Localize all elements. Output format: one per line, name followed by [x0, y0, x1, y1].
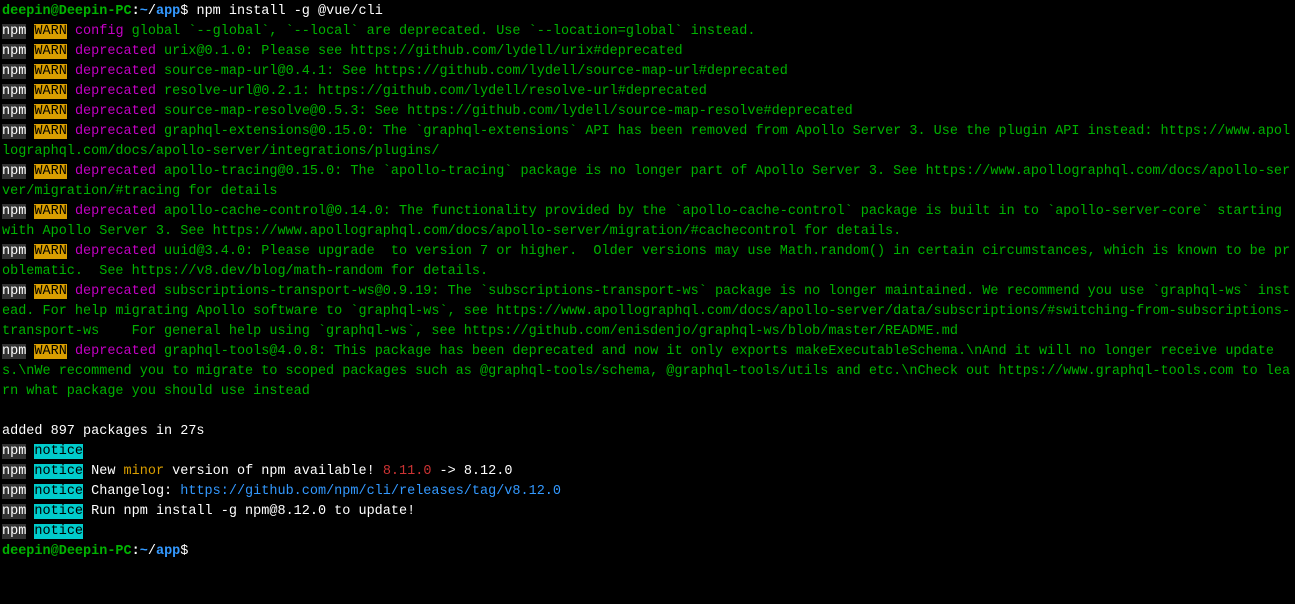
npm-tag: npm [2, 484, 26, 499]
npm-tag: npm [2, 284, 26, 299]
msg-urix: urix@0.1.0: Please see https://github.co… [156, 44, 683, 59]
prompt-line: deepin@Deepin-PC:~/app$ npm install -g @… [2, 4, 383, 19]
npm-tag: npm [2, 64, 26, 79]
deprecated-word: deprecated [75, 244, 156, 259]
npm-tag: npm [2, 244, 26, 259]
prompt-dollar: $ [180, 544, 196, 559]
notice-old-version: 8.11.0 [383, 464, 432, 479]
npm-tag: npm [2, 204, 26, 219]
msg-subscriptions: subscriptions-transport-ws@0.9.19: The `… [2, 284, 1290, 339]
notice-tag: notice [34, 444, 83, 459]
notice-line-run: npm notice Run npm install -g npm@8.12.0… [2, 504, 415, 519]
output-line-apollo-tracing: npm WARN deprecated apollo-tracing@0.15.… [2, 164, 1290, 199]
deprecated-word: deprecated [75, 64, 156, 79]
prompt-app: app [156, 4, 180, 19]
msg-source-map-url: source-map-url@0.4.1: See https://github… [156, 64, 788, 79]
notice-line-empty-2: npm notice [2, 524, 83, 539]
output-line-source-map-url: npm WARN deprecated source-map-url@0.4.1… [2, 64, 788, 79]
output-line-graphql-extensions: npm WARN deprecated graphql-extensions@0… [2, 124, 1290, 159]
msg-source-map-resolve: source-map-resolve@0.5.3: See https://gi… [156, 104, 853, 119]
notice-line-new-version: npm notice New minor version of npm avai… [2, 464, 512, 479]
prompt-line-2[interactable]: deepin@Deepin-PC:~/app$ [2, 544, 196, 559]
prompt-dollar: $ [180, 4, 196, 19]
msg-config: global `--global`, `--local` are depreca… [124, 24, 756, 39]
warn-tag: WARN [34, 124, 66, 139]
npm-tag: npm [2, 504, 26, 519]
notice-tag: notice [34, 524, 83, 539]
npm-tag: npm [2, 44, 26, 59]
prompt-colon: : [132, 544, 140, 559]
npm-tag: npm [2, 164, 26, 179]
msg-graphql-extensions: graphql-extensions@0.15.0: The `graphql-… [2, 124, 1290, 159]
deprecated-word: deprecated [75, 84, 156, 99]
output-line-subscriptions: npm WARN deprecated subscriptions-transp… [2, 284, 1290, 339]
deprecated-word: deprecated [75, 284, 156, 299]
output-line-uuid: npm WARN deprecated uuid@3.4.0: Please u… [2, 244, 1290, 279]
notice-changelog-pre: Changelog: [83, 484, 180, 499]
output-line-resolve-url: npm WARN deprecated resolve-url@0.2.1: h… [2, 84, 707, 99]
prompt-user: deepin [2, 544, 51, 559]
prompt-tilde: ~ [140, 544, 148, 559]
msg-apollo-tracing: apollo-tracing@0.15.0: The `apollo-traci… [2, 164, 1290, 199]
prompt-at: @ [51, 4, 59, 19]
prompt-at: @ [51, 544, 59, 559]
warn-tag: WARN [34, 284, 66, 299]
npm-tag: npm [2, 84, 26, 99]
notice-arrow: -> 8.12.0 [431, 464, 512, 479]
warn-tag: WARN [34, 204, 66, 219]
warn-tag: WARN [34, 244, 66, 259]
notice-tag: notice [34, 464, 83, 479]
output-line-source-map-resolve: npm WARN deprecated source-map-resolve@0… [2, 104, 853, 119]
deprecated-word: deprecated [75, 344, 156, 359]
npm-tag: npm [2, 444, 26, 459]
npm-tag: npm [2, 524, 26, 539]
msg-resolve-url: resolve-url@0.2.1: https://github.com/ly… [156, 84, 707, 99]
npm-tag: npm [2, 124, 26, 139]
msg-apollo-cache-control: apollo-cache-control@0.14.0: The functio… [2, 204, 1290, 239]
output-line-graphql-tools: npm WARN deprecated graphql-tools@4.0.8:… [2, 344, 1290, 399]
warn-tag: WARN [34, 164, 66, 179]
output-line-apollo-cache-control: npm WARN deprecated apollo-cache-control… [2, 204, 1290, 239]
prompt-slash: / [148, 544, 156, 559]
msg-graphql-tools: graphql-tools@4.0.8: This package has be… [2, 344, 1290, 399]
warn-tag: WARN [34, 344, 66, 359]
warn-tag: WARN [34, 24, 66, 39]
prompt-app: app [156, 544, 180, 559]
npm-tag: npm [2, 24, 26, 39]
notice-new-post: version of npm available! [164, 464, 383, 479]
notice-new-pre: New [83, 464, 124, 479]
notice-line-changelog: npm notice Changelog: https://github.com… [2, 484, 561, 499]
output-line-config: npm WARN config global `--global`, `--lo… [2, 24, 755, 39]
added-line: added 897 packages in 27s [2, 424, 205, 439]
warn-tag: WARN [34, 64, 66, 79]
notice-minor: minor [124, 464, 165, 479]
config-word: config [75, 24, 124, 39]
prompt-slash: / [148, 4, 156, 19]
prompt-tilde: ~ [140, 4, 148, 19]
prompt-colon: : [132, 4, 140, 19]
npm-tag: npm [2, 104, 26, 119]
warn-tag: WARN [34, 44, 66, 59]
notice-tag: notice [34, 504, 83, 519]
msg-uuid: uuid@3.4.0: Please upgrade to version 7 … [2, 244, 1290, 279]
npm-tag: npm [2, 464, 26, 479]
warn-tag: WARN [34, 104, 66, 119]
npm-tag: npm [2, 344, 26, 359]
deprecated-word: deprecated [75, 44, 156, 59]
notice-tag: notice [34, 484, 83, 499]
command-text[interactable]: npm install -g @vue/cli [196, 4, 382, 19]
notice-changelog-link: https://github.com/npm/cli/releases/tag/… [180, 484, 561, 499]
notice-run: Run npm install -g npm@8.12.0 to update! [83, 504, 415, 519]
notice-line-empty-1: npm notice [2, 444, 83, 459]
output-line-urix: npm WARN deprecated urix@0.1.0: Please s… [2, 44, 683, 59]
deprecated-word: deprecated [75, 124, 156, 139]
warn-tag: WARN [34, 84, 66, 99]
deprecated-word: deprecated [75, 204, 156, 219]
prompt-host: Deepin-PC [59, 4, 132, 19]
deprecated-word: deprecated [75, 104, 156, 119]
deprecated-word: deprecated [75, 164, 156, 179]
prompt-user: deepin [2, 4, 51, 19]
prompt-host: Deepin-PC [59, 544, 132, 559]
